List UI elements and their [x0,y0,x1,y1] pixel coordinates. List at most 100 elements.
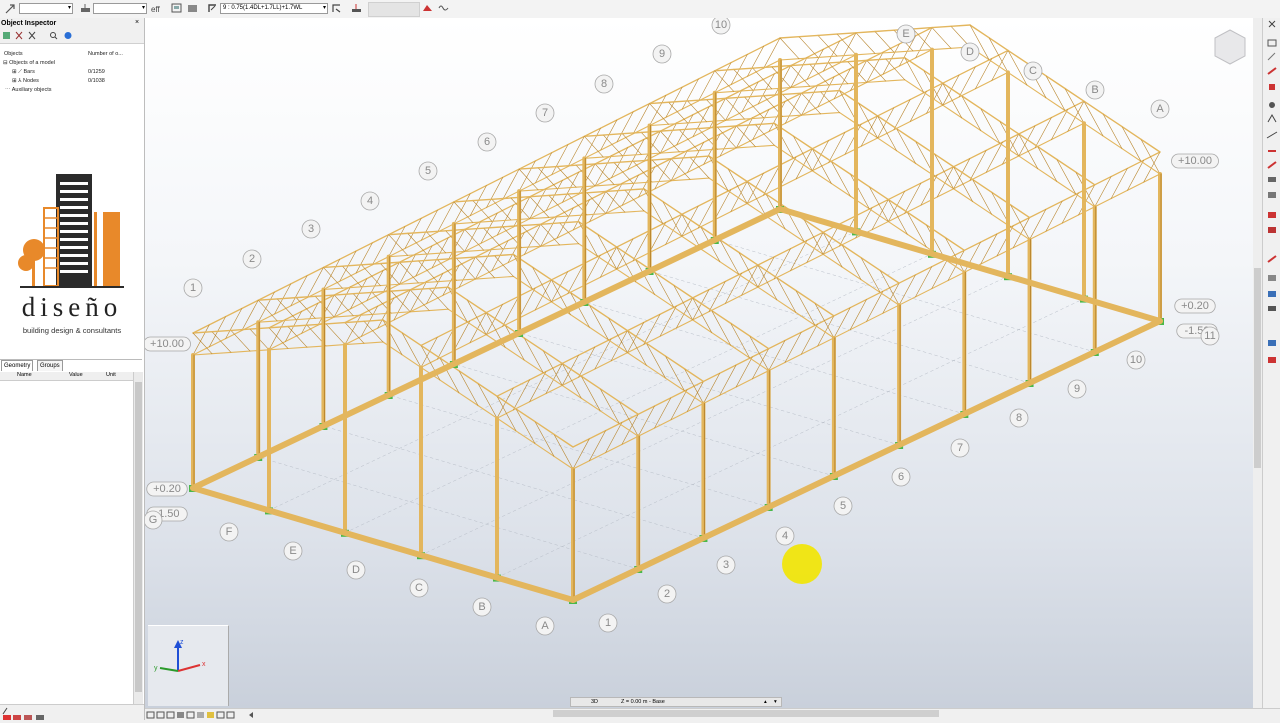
rafter-bottom [814,324,835,339]
model-3d-viewport[interactable]: 1 2 3 4 5 6 7 8 9 10 A B C D E 1 2 3 4 5 6 7 8 9 10 A B C D E F +10.00 +… [145,18,1253,708]
pan-icon[interactable] [156,711,165,719]
chevron-down-icon: ▾ [67,5,71,11]
bar-icon[interactable] [1267,67,1277,75]
selection-icon[interactable] [4,2,17,15]
scroll-left-icon[interactable] [249,712,253,718]
layers-icon[interactable] [226,711,235,719]
load-icon[interactable] [1268,227,1276,233]
load-case-combo[interactable]: 9 : 0.75(1.4DL+1.7LL)+1.7WL ▾ [220,3,328,14]
combination-icon[interactable] [1267,255,1277,263]
pen-icon[interactable] [2,707,8,715]
calculation-icon[interactable] [421,2,434,15]
rotate-icon[interactable] [166,711,175,719]
filter-icon[interactable] [3,32,10,39]
rafter-top [325,321,346,325]
chevron-down-icon[interactable]: ▾ [774,698,777,707]
rafter-top [822,231,843,246]
rafter-bottom [860,279,881,293]
select-icon[interactable] [207,712,214,718]
tree-item-bars[interactable]: ⊞ ⟋ Bars [12,69,35,76]
material-icon[interactable] [1268,177,1276,182]
close-icon[interactable]: × [135,19,139,26]
viewport-vertical-scrollbar[interactable] [1253,18,1262,708]
inspector-toolbar [0,29,144,44]
results-icon[interactable] [437,2,450,15]
rafter-bottom [904,79,925,94]
rafter-diagonal [1083,100,1104,137]
results-icon[interactable] [1268,306,1276,311]
level-top-right: +10.00 [1178,155,1212,167]
arrow-icon[interactable] [13,715,21,720]
rafter-diagonal [491,198,512,221]
view-info-bar[interactable]: 3D Z = 0.00 m - Base ▴ ▾ [570,697,782,707]
chevron-up-icon[interactable]: ▴ [764,698,767,707]
clear-icon[interactable] [28,31,36,40]
settings-icon[interactable] [1268,340,1276,346]
rafter-diagonal [828,62,849,84]
company-logo: diseño building design & consultants [14,168,130,343]
view-3d-icon[interactable] [177,712,184,718]
rafter-bottom [493,275,514,279]
rafter-bottom [765,215,786,230]
table-icon[interactable] [36,715,44,720]
beam-icon[interactable] [1268,212,1276,218]
display-icon[interactable] [170,2,183,15]
grid-letter-bottom: D [352,564,360,576]
rafter-diagonal [643,188,664,224]
tree-item-auxiliary[interactable]: ⋯ Auxiliary objects [5,87,51,93]
rafter-bottom [643,210,664,225]
load-icon[interactable] [350,2,363,15]
load-case-icon[interactable] [206,2,219,15]
cases-combo[interactable]: ▾ [93,3,147,14]
selection-combo[interactable]: ▾ [19,3,73,14]
tab-groups[interactable]: Groups [37,360,63,371]
properties-scrollbar[interactable] [133,372,143,712]
rafter-bottom [1045,97,1066,112]
grid-letter-top: B [1091,84,1098,96]
rafter-bottom [439,379,460,394]
report-icon[interactable] [1268,291,1276,297]
view-icon[interactable] [3,715,11,720]
tab-geometry[interactable]: Geometry [1,360,34,371]
scrollbar-thumb[interactable] [1254,268,1261,468]
tree-item-nodes[interactable]: ⊞ ⅄ Nodes [12,78,39,84]
display-icon[interactable] [197,712,204,718]
search-icon[interactable] [50,32,58,40]
grid-number-bottom: 4 [782,530,788,542]
cases-icon[interactable] [79,2,92,15]
help-icon[interactable] [64,32,72,39]
window-icon[interactable] [1267,39,1277,47]
rafter-top [678,127,700,131]
scrollbar-thumb[interactable] [135,382,142,692]
node-icon[interactable] [1269,102,1275,108]
frame-icon[interactable] [1267,113,1277,123]
list-icon[interactable] [1268,275,1276,281]
grid-number-bottom: 9 [1074,383,1080,395]
zoom-icon[interactable] [146,711,155,719]
close-icon[interactable] [1268,20,1276,28]
next-case-icon[interactable] [330,2,343,15]
section-icon[interactable] [1268,150,1276,152]
rafter-diagonal [809,63,830,86]
pencil-icon[interactable] [1267,52,1276,61]
rafter-top [295,295,316,299]
table-icon[interactable] [1268,192,1276,198]
rafter-top [417,258,439,262]
print-icon[interactable] [1268,357,1276,363]
fit-icon[interactable] [186,711,195,719]
filter-icon[interactable]: eff [150,2,163,15]
grid-icon[interactable] [24,715,32,720]
sort-icon[interactable] [15,31,23,40]
rafter-bottom [792,157,813,172]
print-icon[interactable] [186,2,199,15]
line-icon[interactable] [1266,131,1278,139]
grid-icon[interactable] [216,711,225,719]
rafter-diagonal [817,35,838,57]
support-icon[interactable] [1269,84,1275,90]
viewport-horizontal-scrollbar[interactable] [553,710,939,717]
rafter-diagonal [363,320,384,343]
tree-item-model[interactable]: ⊟ Objects of a model [3,60,55,66]
release-icon[interactable] [1267,161,1277,169]
rafter-top [961,95,982,110]
rafter-bottom [341,286,362,289]
